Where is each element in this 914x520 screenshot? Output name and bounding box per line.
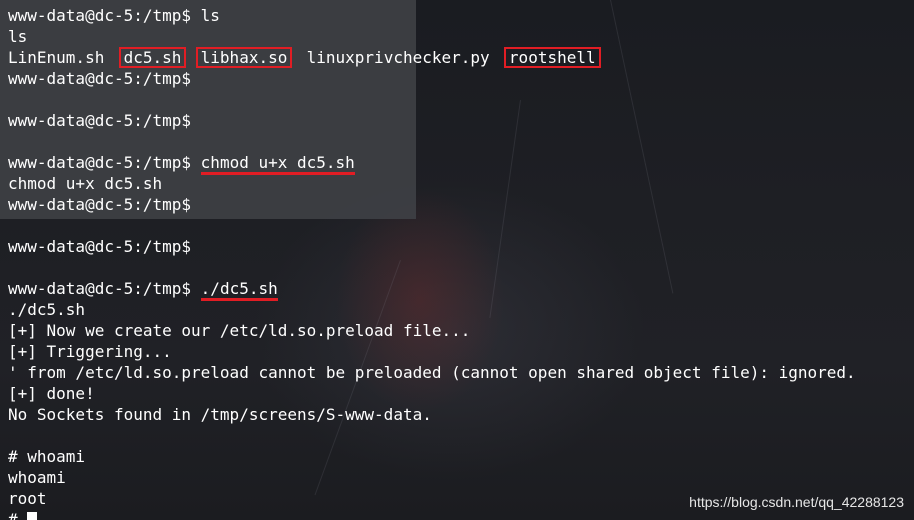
terminal-line: ' from /etc/ld.so.preload cannot be prel… (8, 363, 856, 382)
terminal-line: whoami (8, 468, 66, 487)
terminal-line: www-data@dc-5:/tmp$ (8, 195, 192, 214)
root-prompt: # (8, 510, 28, 520)
terminal-line: [+] Now we create our /etc/ld.so.preload… (8, 321, 471, 340)
terminal-line: www-data@dc-5:/tmp$ ls (8, 5, 856, 26)
terminal-input-line[interactable]: # (8, 509, 856, 520)
terminal-line: www-data@dc-5:/tmp$ chmod u+x dc5.sh (8, 152, 856, 175)
terminal-line: www-data@dc-5:/tmp$ (8, 237, 192, 256)
shell-prompt: www-data@dc-5:/tmp$ (8, 279, 192, 298)
file-name-highlighted: dc5.sh (118, 47, 187, 68)
file-listing-line: LinEnum.sh dc5.sh libhax.so linuxprivche… (8, 47, 856, 68)
file-name-highlighted: rootshell (503, 47, 601, 68)
terminal-line: ls (8, 27, 28, 46)
terminal-line: [+] Triggering... (8, 342, 172, 361)
terminal-line: www-data@dc-5:/tmp$ (8, 69, 192, 88)
command-text-underlined: ./dc5.sh (200, 279, 278, 301)
terminal-line: chmod u+x dc5.sh (8, 174, 163, 193)
command-text-underlined: chmod u+x dc5.sh (200, 153, 355, 175)
text-cursor (27, 512, 38, 520)
terminal-line: www-data@dc-5:/tmp$ (8, 111, 192, 130)
terminal-line: No Sockets found in /tmp/screens/S-www-d… (8, 405, 432, 424)
shell-prompt: www-data@dc-5:/tmp$ (8, 6, 192, 25)
watermark-url: https://blog.csdn.net/qq_42288123 (689, 494, 904, 510)
terminal-line: www-data@dc-5:/tmp$ ./dc5.sh (8, 278, 856, 301)
terminal-line: [+] done! (8, 384, 95, 403)
command-text: ls (200, 6, 220, 25)
terminal-line: ./dc5.sh (8, 300, 86, 319)
terminal-output: www-data@dc-5:/tmp$ ls ls LinEnum.sh dc5… (8, 5, 856, 520)
file-name: linuxprivchecker.py (306, 48, 490, 67)
terminal-line: # whoami (8, 447, 86, 466)
shell-prompt: www-data@dc-5:/tmp$ (8, 153, 192, 172)
file-name-highlighted: libhax.so (195, 47, 293, 68)
terminal-window[interactable]: www-data@dc-5:/tmp$ ls ls LinEnum.sh dc5… (0, 0, 914, 520)
file-name: LinEnum.sh (8, 48, 105, 67)
